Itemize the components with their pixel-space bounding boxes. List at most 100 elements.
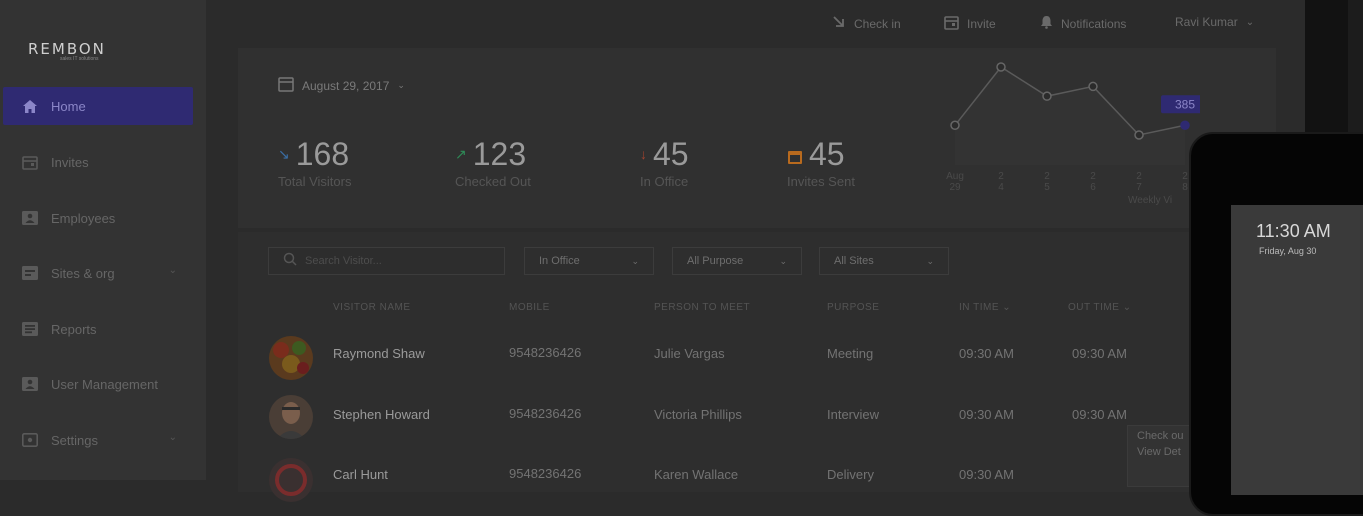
chart-tick-label: 2 xyxy=(1044,171,1050,182)
chevron-down-icon: ⌄ xyxy=(779,255,787,266)
chevron-down-icon: ⌄ xyxy=(1245,16,1255,28)
sidebar: REMBON sales IT solutions Home Invites E… xyxy=(0,0,206,480)
column-header-mobile[interactable]: MOBILE xyxy=(509,302,550,313)
arrow-down-icon: ↓ xyxy=(640,146,647,162)
search-icon xyxy=(283,252,297,271)
sidebar-item-label: User Management xyxy=(51,376,158,392)
home-icon xyxy=(21,97,39,115)
visitor-mobile: 9548236426 xyxy=(509,345,582,360)
stat-label: Checked Out xyxy=(455,174,531,189)
chart-tick-label: 8 xyxy=(1182,182,1188,193)
chevron-down-icon: ⌄ xyxy=(168,265,177,276)
brand-logo[interactable]: REMBON sales IT solutions xyxy=(28,40,106,62)
date-label: August 29, 2017 xyxy=(302,78,390,93)
stat-label: In Office xyxy=(640,174,689,189)
chart-tick-label: 4 xyxy=(998,182,1004,193)
stat-label: Total Visitors xyxy=(278,174,352,189)
weekly-visitors-chart: Aug292425262728385Weekly Vi xyxy=(946,62,1200,206)
calendar-icon xyxy=(787,138,803,170)
invite-button[interactable]: Invite xyxy=(944,15,996,33)
sidebar-item-invites[interactable]: Invites xyxy=(3,143,193,181)
chart-tick-label: 5 xyxy=(1044,182,1050,193)
sites-filter-dropdown[interactable]: All Sites ⌄ xyxy=(819,247,949,275)
arrow-down-right-icon: ↘ xyxy=(278,146,290,162)
checkin-button[interactable]: Check in xyxy=(832,15,901,32)
calendar-icon xyxy=(944,15,959,33)
id-card-icon xyxy=(21,209,39,227)
search-placeholder: Search Visitor... xyxy=(305,255,382,267)
table-row[interactable]: Carl Hunt 9548236426 Karen Wallace Deliv… xyxy=(238,448,1276,508)
sites-icon xyxy=(21,264,39,282)
table-row[interactable]: Stephen Howard 9548236426 Victoria Phill… xyxy=(238,387,1276,447)
reports-icon xyxy=(21,320,39,338)
notifications-label: Notifications xyxy=(1061,16,1127,31)
sidebar-item-label: Sites & org xyxy=(51,265,115,281)
user-menu[interactable]: Ravi Kumar ⌄ xyxy=(1175,15,1254,29)
chart-tick-label: 7 xyxy=(1136,182,1142,193)
search-input[interactable]: Search Visitor... xyxy=(268,247,505,275)
column-header-purpose[interactable]: PURPOSE xyxy=(827,302,879,313)
sidebar-item-reports[interactable]: Reports xyxy=(3,310,193,348)
sidebar-item-home[interactable]: Home xyxy=(3,87,193,125)
sidebar-item-label: Settings xyxy=(51,432,98,448)
stat-in-office: ↓ 45 In Office xyxy=(640,138,689,189)
column-header-person-to-meet[interactable]: PERSON TO MEET xyxy=(654,302,750,313)
chart-point xyxy=(996,62,1006,72)
sidebar-item-label: Home xyxy=(51,98,86,114)
sidebar-item-settings[interactable]: Settings ⌄ xyxy=(3,421,193,459)
in-time: 09:30 AM xyxy=(959,346,1014,361)
user-management-icon xyxy=(21,375,39,393)
chart-point xyxy=(1134,130,1144,140)
stat-value: 168 xyxy=(295,136,350,172)
sort-chevron-icon: ⌄ xyxy=(1002,302,1012,313)
column-header-in-time[interactable]: IN TIME ⌄ xyxy=(959,302,1011,313)
stat-invites-sent: 45 Invites Sent xyxy=(787,138,855,189)
chevron-down-icon: ⌄ xyxy=(631,255,639,266)
user-name: Ravi Kumar xyxy=(1175,15,1238,29)
person-to-meet: Julie Vargas xyxy=(654,346,725,361)
column-header-out-time[interactable]: OUT TIME ⌄ xyxy=(1068,302,1132,313)
visitor-mobile: 9548236426 xyxy=(509,466,582,481)
chart-tick-label: 2 xyxy=(1136,171,1142,182)
status-filter-dropdown[interactable]: In Office ⌄ xyxy=(524,247,654,275)
chart-tick-label: Aug xyxy=(946,171,964,182)
bell-icon xyxy=(1040,15,1053,32)
sidebar-item-sites-org[interactable]: Sites & org ⌄ xyxy=(3,254,193,292)
visitor-name: Stephen Howard xyxy=(333,407,430,422)
visitor-name: Raymond Shaw xyxy=(333,346,425,361)
settings-icon xyxy=(21,431,39,449)
column-header-visitor-name[interactable]: VISITOR NAME xyxy=(333,302,411,313)
notifications-button[interactable]: Notifications xyxy=(1040,15,1126,32)
chart-tick-label: 2 xyxy=(998,171,1004,182)
avatar xyxy=(269,395,313,439)
sidebar-item-label: Reports xyxy=(51,321,97,337)
calendar-icon xyxy=(278,76,294,95)
stat-total-visitors: ↘ 168 Total Visitors xyxy=(278,138,351,189)
stat-value: 123 xyxy=(472,136,527,172)
chevron-down-icon: ⌄ xyxy=(397,80,405,90)
chart-point xyxy=(1180,120,1190,131)
out-time: 09:30 AM xyxy=(1072,346,1127,361)
table-row[interactable]: Raymond Shaw 9548236426 Julie Vargas Mee… xyxy=(238,326,1276,386)
stat-checked-out: ↗ 123 Checked Out xyxy=(455,138,531,189)
out-time: 09:30 AM xyxy=(1072,407,1127,422)
phone-date: Friday, Aug 30 xyxy=(1259,246,1317,256)
arrow-up-right-icon: ↗ xyxy=(455,146,467,162)
date-picker[interactable]: August 29, 2017 ⌄ xyxy=(278,76,405,95)
sites-filter-value: All Sites xyxy=(834,255,874,267)
phone-clock: 11:30 AM xyxy=(1256,221,1331,241)
sidebar-item-employees[interactable]: Employees xyxy=(3,199,193,237)
stat-value: 45 xyxy=(809,136,845,172)
in-time: 09:30 AM xyxy=(959,407,1014,422)
chevron-down-icon: ⌄ xyxy=(168,432,177,443)
purpose-filter-dropdown[interactable]: All Purpose ⌄ xyxy=(672,247,802,275)
stat-label: Invites Sent xyxy=(787,174,855,189)
person-to-meet: Victoria Phillips xyxy=(654,407,742,422)
chart-tick-label: 2 xyxy=(1090,171,1096,182)
sidebar-item-user-management[interactable]: User Management xyxy=(3,365,193,403)
sidebar-item-label: Invites xyxy=(51,154,89,170)
device-edge xyxy=(1348,0,1363,132)
calendar-icon xyxy=(21,153,39,171)
chart-tick-label: 2 xyxy=(1182,171,1188,182)
invite-label: Invite xyxy=(967,17,996,31)
